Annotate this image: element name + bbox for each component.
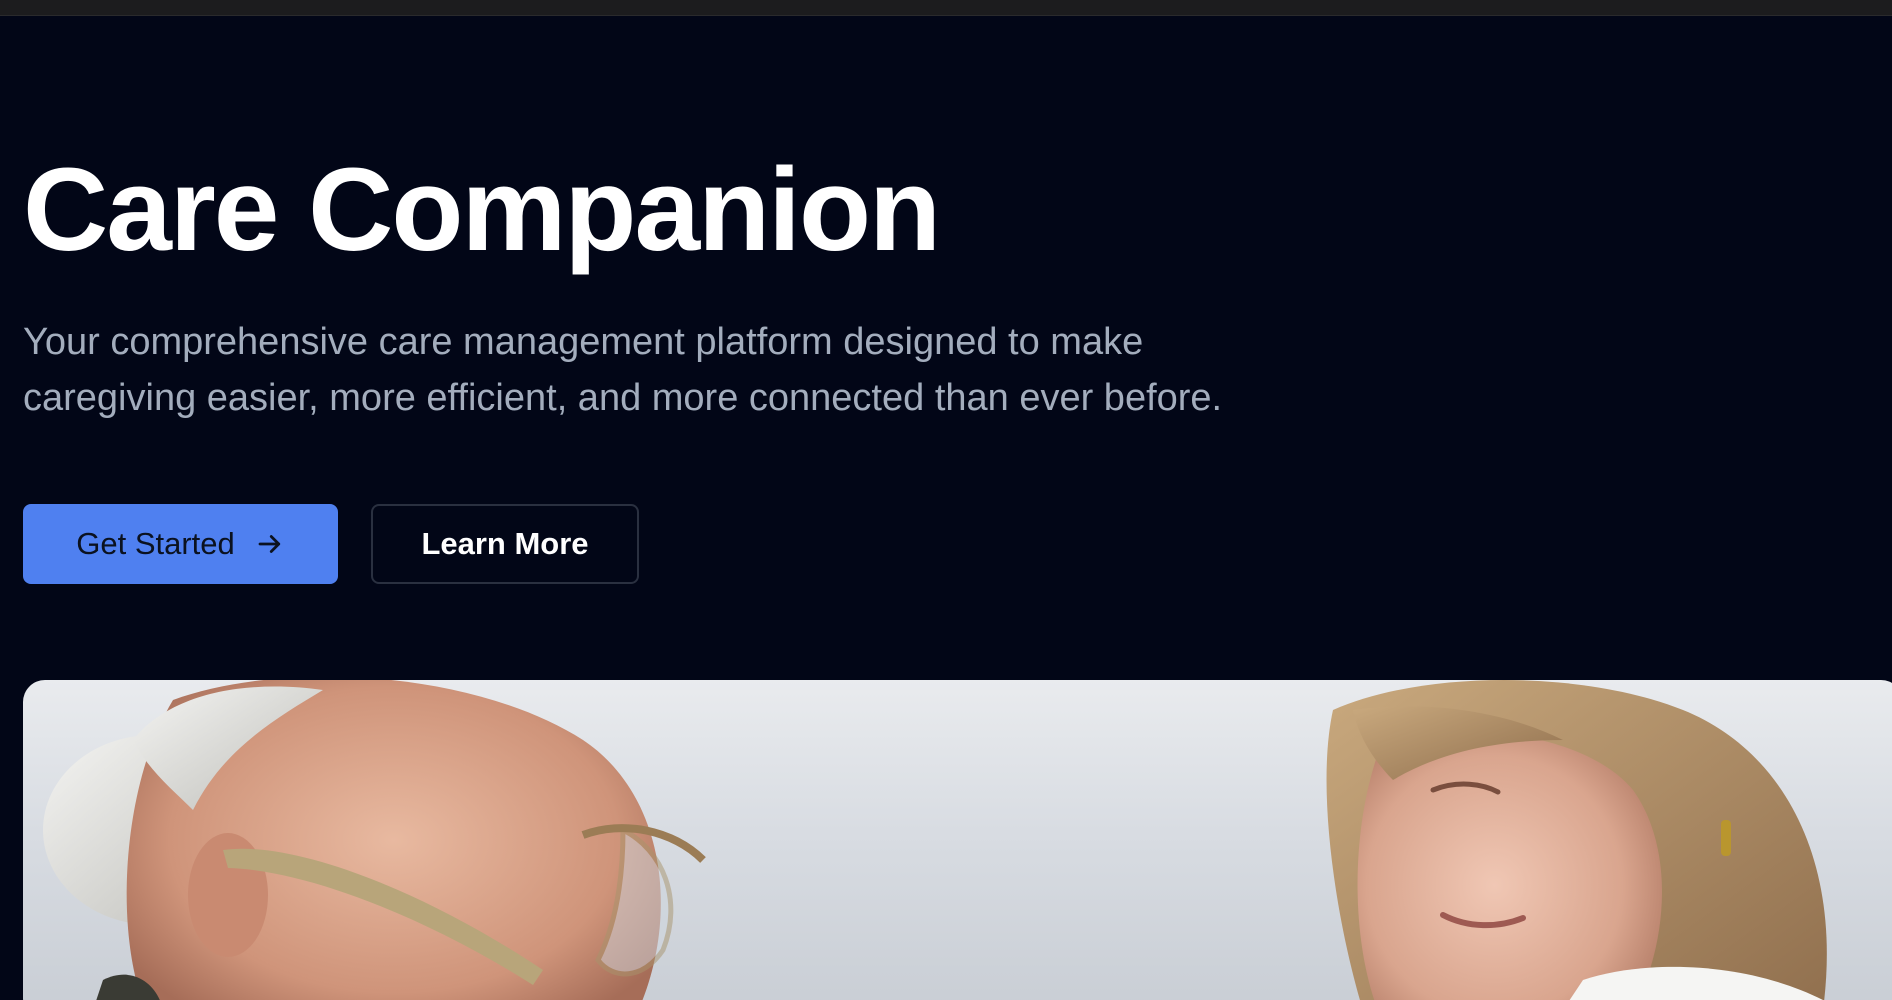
hero-title: Care Companion xyxy=(23,144,941,276)
caregiver-photo xyxy=(43,680,1827,1000)
get-started-label: Get Started xyxy=(76,526,235,561)
arrow-right-icon xyxy=(255,529,285,559)
browser-top-strip xyxy=(0,0,1892,16)
landing-page: Care Companion Your comprehensive care m… xyxy=(0,0,1892,1000)
get-started-button[interactable]: Get Started xyxy=(23,504,338,584)
hero-image xyxy=(23,680,1892,1000)
learn-more-button[interactable]: Learn More xyxy=(371,504,639,584)
hero-subtitle: Your comprehensive care management platf… xyxy=(23,321,1223,419)
hero-section: Care Companion Your comprehensive care m… xyxy=(23,140,1423,426)
hero-actions: Get Started Learn More xyxy=(23,504,639,584)
learn-more-label: Learn More xyxy=(421,526,589,561)
